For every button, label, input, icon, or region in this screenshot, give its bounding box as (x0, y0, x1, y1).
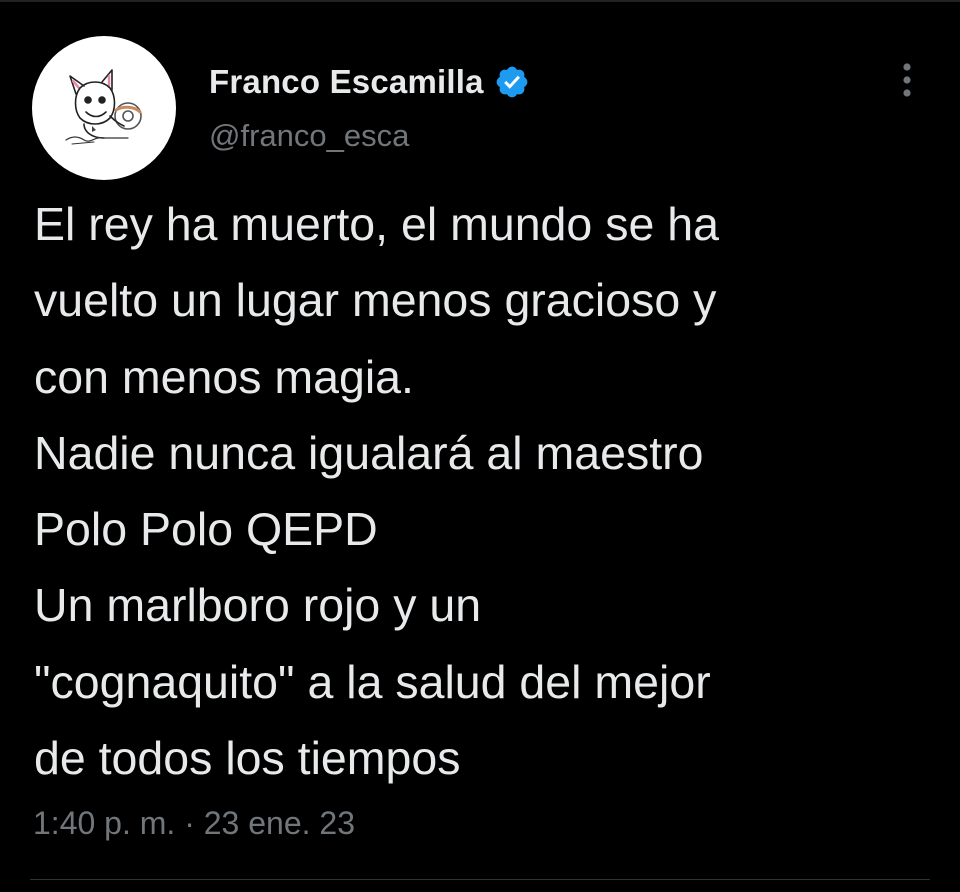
tweet-timestamp[interactable]: 1:40 p. m. · 23 ene. 23 (33, 805, 355, 842)
tweet-header: Franco Escamilla @franco_esca (209, 60, 530, 154)
tweet-text-line: con menos magia. (34, 350, 414, 403)
verified-badge-icon (494, 64, 530, 100)
more-options-button[interactable] (890, 58, 924, 106)
tweet-text-line: Un marlboro rojo y un (34, 579, 482, 632)
tweet-text-line: vuelto un lugar menos gracioso y (34, 274, 717, 327)
bottom-divider (30, 879, 930, 880)
cartoon-sketch-avatar-icon (65, 69, 142, 145)
tweet-text-line: Nadie nunca igualará al maestro (34, 426, 704, 479)
tweet-text-line: El rey ha muerto, el mundo se ha (34, 198, 719, 250)
author-avatar[interactable] (32, 36, 176, 180)
tweet-text-line: "cognaquito" a la salud del mejor (34, 655, 711, 708)
author-display-name[interactable]: Franco Escamilla (209, 63, 484, 101)
author-name-row: Franco Escamilla (209, 60, 530, 104)
more-options-icon (903, 63, 911, 97)
tweet-text-line: Polo Polo QEPD (34, 503, 378, 556)
tweet: Franco Escamilla @franco_esca El rey ha … (0, 0, 960, 892)
tweet-text-line: de todos los tiempos (34, 732, 461, 785)
author-handle[interactable]: @franco_esca (209, 118, 530, 154)
tweet-text: El rey ha muerto, el mundo se ha vuelto … (34, 186, 934, 796)
